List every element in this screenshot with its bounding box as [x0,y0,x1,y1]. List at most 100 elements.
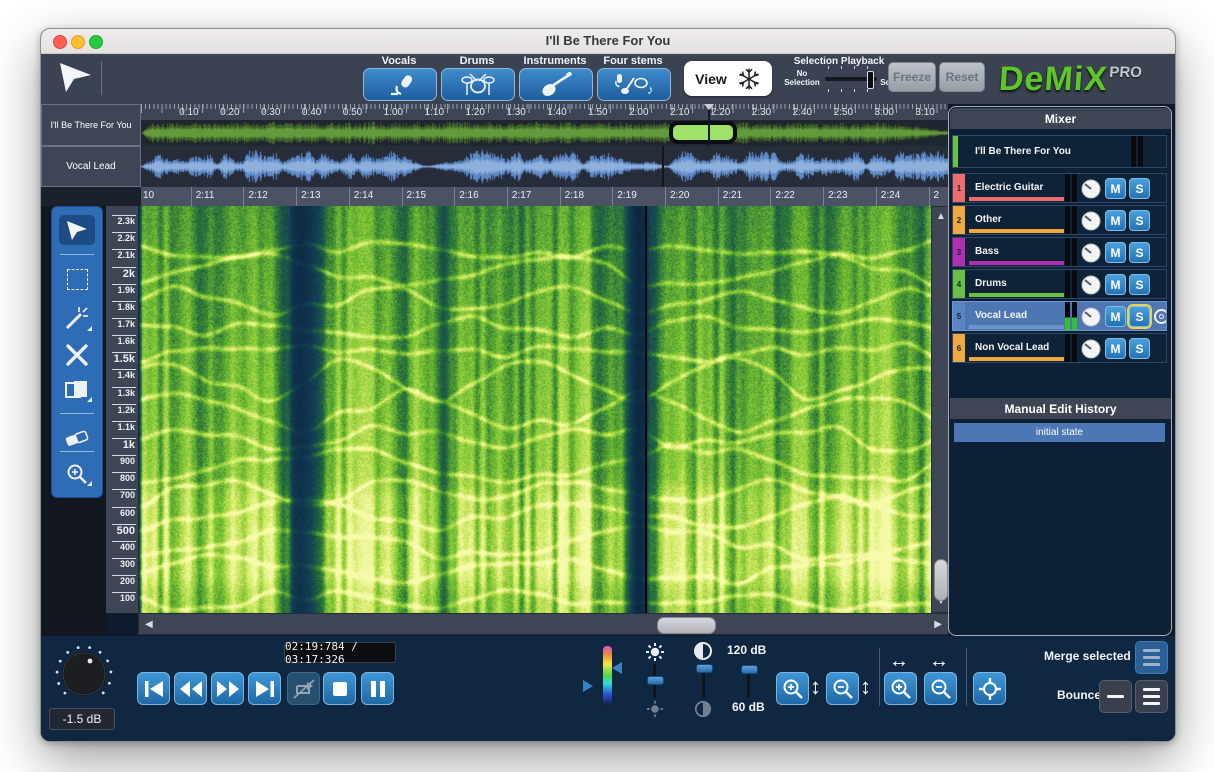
volume-knob[interactable] [53,642,115,704]
vocal-waveform-canvas[interactable] [141,146,948,187]
marquee-select-tool[interactable] [59,264,95,294]
zoom-ruler-segment[interactable]: 10 [141,187,191,206]
scroll-up-icon[interactable]: ▲ [936,212,946,222]
zoom-ruler-segment[interactable]: 2:11 [191,187,244,206]
colormap-high-handle[interactable] [612,662,622,674]
mixer-track-row-bass[interactable]: 3BassMS [952,237,1167,267]
track-gain-knob[interactable] [1081,243,1101,263]
track-gain-knob[interactable] [1081,275,1101,295]
zoom-ruler-segment[interactable]: 2:18 [560,187,613,206]
zoom-ruler-segment[interactable]: 2:22 [770,187,823,206]
merge-selected-button[interactable] [1135,641,1168,674]
bounce-single-button[interactable] [1099,680,1132,713]
track-gain-knob[interactable] [1081,307,1101,327]
history-item[interactable]: initial state [954,423,1165,442]
reset-button[interactable]: Reset [939,62,985,92]
selection-playback-left-label: No Selection [783,69,821,87]
contrast-slider-handle[interactable] [696,664,713,673]
zoom-ruler-segment[interactable]: 2:15 [402,187,455,206]
loop-button[interactable] [287,672,320,705]
fast-forward-button[interactable] [211,672,244,705]
zoom-ruler-segment[interactable]: 2:21 [718,187,771,206]
mute-button[interactable]: M [1105,338,1126,359]
mixer-track-row-other[interactable]: 2OtherMS [952,205,1167,235]
solo-button[interactable]: S [1129,178,1150,199]
zoom-timeline-ruler[interactable]: 102:112:122:132:142:152:162:172:182:192:… [141,187,948,207]
db-range-slider-handle[interactable] [741,665,758,674]
zoom-ruler-segment[interactable]: 2:13 [296,187,349,206]
zoom-in-vertical-button[interactable] [776,672,809,705]
zoom-ruler-segment[interactable]: 2:20 [665,187,718,206]
stop-button[interactable] [323,672,356,705]
zoom-out-horizontal-button[interactable] [924,672,957,705]
bounce-multi-button[interactable] [1135,680,1168,713]
colormap-bar[interactable] [603,646,612,706]
mixer-track-row-non-vocal-lead[interactable]: 6Non Vocal LeadMS [952,333,1167,363]
vocal-waveform-area[interactable] [141,146,948,187]
focus-ring-icon[interactable] [1154,309,1167,324]
pointer-tool[interactable] [59,215,95,245]
selection-playback-slider-handle[interactable] [867,71,874,89]
solo-button[interactable]: S [1129,338,1150,359]
solo-button[interactable]: S [1129,210,1150,231]
horizontal-scrollbar[interactable]: ◀ ▶ [138,613,949,635]
playhead-marker-icon[interactable] [704,104,714,110]
solo-button[interactable]: S [1129,274,1150,295]
magic-wand-tool[interactable] [59,304,95,334]
mute-button[interactable]: M [1105,274,1126,295]
mute-button[interactable]: M [1105,178,1126,199]
zoom-ruler-segment[interactable]: 2:24 [876,187,929,206]
view-button[interactable]: View [684,61,772,96]
eraser-tool[interactable] [59,423,95,453]
vertical-scrollbar-thumb[interactable] [934,559,948,601]
stem-button-four-stems[interactable]: ♪ [597,68,671,101]
mute-button[interactable]: M [1105,242,1126,263]
skip-to-end-button[interactable] [248,672,281,705]
zoom-ruler-segment[interactable]: 2 [929,187,949,206]
freeze-button[interactable]: Freeze [888,62,936,92]
track-gain-knob[interactable] [1081,179,1101,199]
overview-waveform-area[interactable] [141,120,948,146]
vertical-scrollbar[interactable]: ▲ ▼ [931,206,949,613]
delete-tool[interactable] [59,340,95,370]
overview-playhead[interactable] [708,104,710,146]
spectrogram-canvas[interactable] [138,206,931,613]
layers-tool[interactable] [59,375,95,405]
zoom-ruler-segment[interactable]: 2:16 [454,187,507,206]
scroll-left-icon[interactable]: ◀ [145,620,153,630]
zoom-tool[interactable] [59,459,95,489]
solo-button[interactable]: S [1129,242,1150,263]
stem-button-drums[interactable] [441,68,515,101]
zoom-ruler-segment[interactable]: 2:12 [243,187,296,206]
scroll-right-icon[interactable]: ▶ [934,620,942,630]
spectrogram-area[interactable] [138,206,931,613]
skip-to-start-button[interactable] [137,672,170,705]
rewind-button[interactable] [174,672,207,705]
track-gain-knob[interactable] [1081,211,1101,231]
mute-button[interactable]: M [1105,210,1126,231]
zoom-ruler-segment[interactable]: 2:14 [349,187,402,206]
zoom-out-vertical-button[interactable] [826,672,859,705]
mixer-track-row-electric-guitar[interactable]: 1Electric GuitarMS [952,173,1167,203]
mixer-track-row-vocal-lead[interactable]: 5Vocal LeadMS [952,301,1167,331]
overview-timeline-ruler[interactable]: 0:100:200:300:400:501:001:101:201:301:40… [141,104,948,120]
stem-button-instruments[interactable] [519,68,593,101]
selection-playback-slider[interactable] [825,66,877,92]
stem-button-vocals[interactable] [363,68,437,101]
zoom-ruler-segment[interactable]: 2:23 [823,187,876,206]
mixer-track-row-drums[interactable]: 4DrumsMS [952,269,1167,299]
horizontal-scrollbar-thumb[interactable] [657,617,716,634]
selection-region[interactable] [669,121,737,144]
brightness-slider-handle[interactable] [647,676,664,685]
zoom-in-horizontal-button[interactable] [884,672,917,705]
mute-button[interactable]: M [1105,306,1126,327]
overview-waveform-canvas[interactable] [141,120,948,146]
fit-view-button[interactable] [973,672,1006,705]
track-gain-knob[interactable] [1081,339,1101,359]
colormap-low-handle[interactable] [583,680,593,692]
pause-button[interactable] [361,672,394,705]
mixer-master-row[interactable]: I'll Be There For You [952,135,1167,168]
solo-button[interactable]: S [1129,306,1150,327]
zoom-ruler-segment[interactable]: 2:17 [507,187,560,206]
zoom-ruler-segment[interactable]: 2:19 [612,187,665,206]
